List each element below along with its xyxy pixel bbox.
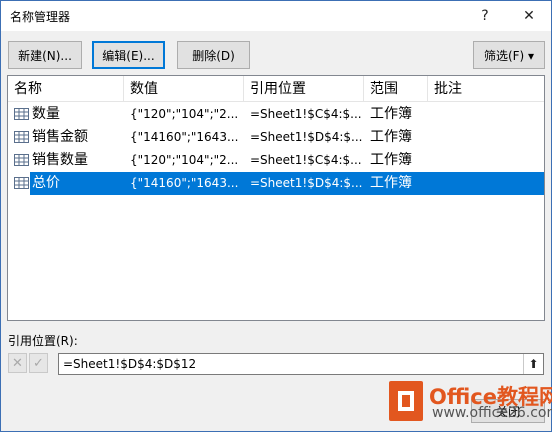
collapse-dialog-icon[interactable]: ⬆ bbox=[523, 354, 543, 374]
row-name: 数量 bbox=[32, 106, 60, 122]
row-name: 销售金额 bbox=[32, 129, 88, 145]
dialog-title: 名称管理器 bbox=[10, 10, 71, 24]
names-list[interactable]: 名称 数值 引用位置 范围 批注 数量 {"120";"104";"2... =… bbox=[7, 75, 545, 321]
row-name: 总价 bbox=[32, 175, 60, 191]
column-header-comment[interactable]: 批注 bbox=[428, 76, 544, 102]
help-button[interactable]: ? bbox=[465, 1, 505, 31]
column-header-value[interactable]: 数值 bbox=[124, 76, 244, 102]
watermark: Office教程网 www.office26.com bbox=[383, 373, 552, 429]
row-value: {"120";"104";"2... bbox=[130, 107, 239, 121]
name-manager-dialog: 名称管理器 ? ✕ 新建(N)... 编辑(E)... 删除(D) 筛选(F) … bbox=[0, 0, 552, 432]
row-scope: 工作簿 bbox=[370, 152, 412, 168]
close-icon[interactable]: ✕ bbox=[509, 1, 549, 31]
row-refers-to: =Sheet1!$C$4:$... bbox=[250, 153, 362, 167]
list-item[interactable]: 销售金额 {"14160";"1643... =Sheet1!$D$4:$...… bbox=[8, 126, 544, 149]
row-refers-to: =Sheet1!$D$4:$... bbox=[250, 176, 362, 190]
range-name-icon bbox=[14, 108, 29, 120]
column-header-refers-to[interactable]: 引用位置 bbox=[244, 76, 364, 102]
list-header: 名称 数值 引用位置 范围 批注 bbox=[8, 76, 544, 102]
title-bar: 名称管理器 ? ✕ bbox=[1, 1, 551, 31]
watermark-url: www.office26.com bbox=[432, 405, 552, 421]
range-name-icon bbox=[14, 154, 29, 166]
row-value: {"120";"104";"2... bbox=[130, 153, 239, 167]
range-name-icon bbox=[14, 131, 29, 143]
list-item[interactable]: 销售数量 {"120";"104";"2... =Sheet1!$C$4:$..… bbox=[8, 149, 544, 172]
office-logo-icon bbox=[389, 381, 423, 421]
row-scope: 工作簿 bbox=[370, 129, 412, 145]
refers-to-label: 引用位置(R): bbox=[8, 334, 78, 348]
refers-to-value: =Sheet1!$D$4:$D$12 bbox=[63, 357, 197, 371]
edit-button[interactable]: 编辑(E)... bbox=[92, 41, 165, 69]
list-item-selected[interactable]: 总价 {"14160";"1643... =Sheet1!$D$4:$... 工… bbox=[8, 172, 544, 195]
row-scope: 工作簿 bbox=[370, 175, 412, 191]
list-item[interactable]: 数量 {"120";"104";"2... =Sheet1!$C$4:$... … bbox=[8, 103, 544, 126]
row-scope: 工作簿 bbox=[370, 106, 412, 122]
column-header-scope[interactable]: 范围 bbox=[364, 76, 428, 102]
row-value: {"14160";"1643... bbox=[130, 176, 239, 190]
row-value: {"14160";"1643... bbox=[130, 130, 239, 144]
confirm-edit-icon[interactable]: ✓ bbox=[29, 353, 48, 373]
row-name: 销售数量 bbox=[32, 152, 88, 168]
row-refers-to: =Sheet1!$D$4:$... bbox=[250, 130, 362, 144]
filter-button[interactable]: 筛选(F) ▾ bbox=[473, 41, 545, 69]
new-button[interactable]: 新建(N)... bbox=[8, 41, 82, 69]
row-refers-to: =Sheet1!$C$4:$... bbox=[250, 107, 362, 121]
refers-to-input[interactable]: =Sheet1!$D$4:$D$12 ⬆ bbox=[58, 353, 544, 375]
delete-button[interactable]: 删除(D) bbox=[177, 41, 250, 69]
range-name-icon bbox=[14, 177, 29, 189]
column-header-name[interactable]: 名称 bbox=[8, 76, 124, 102]
cancel-edit-icon[interactable]: ✕ bbox=[8, 353, 27, 373]
